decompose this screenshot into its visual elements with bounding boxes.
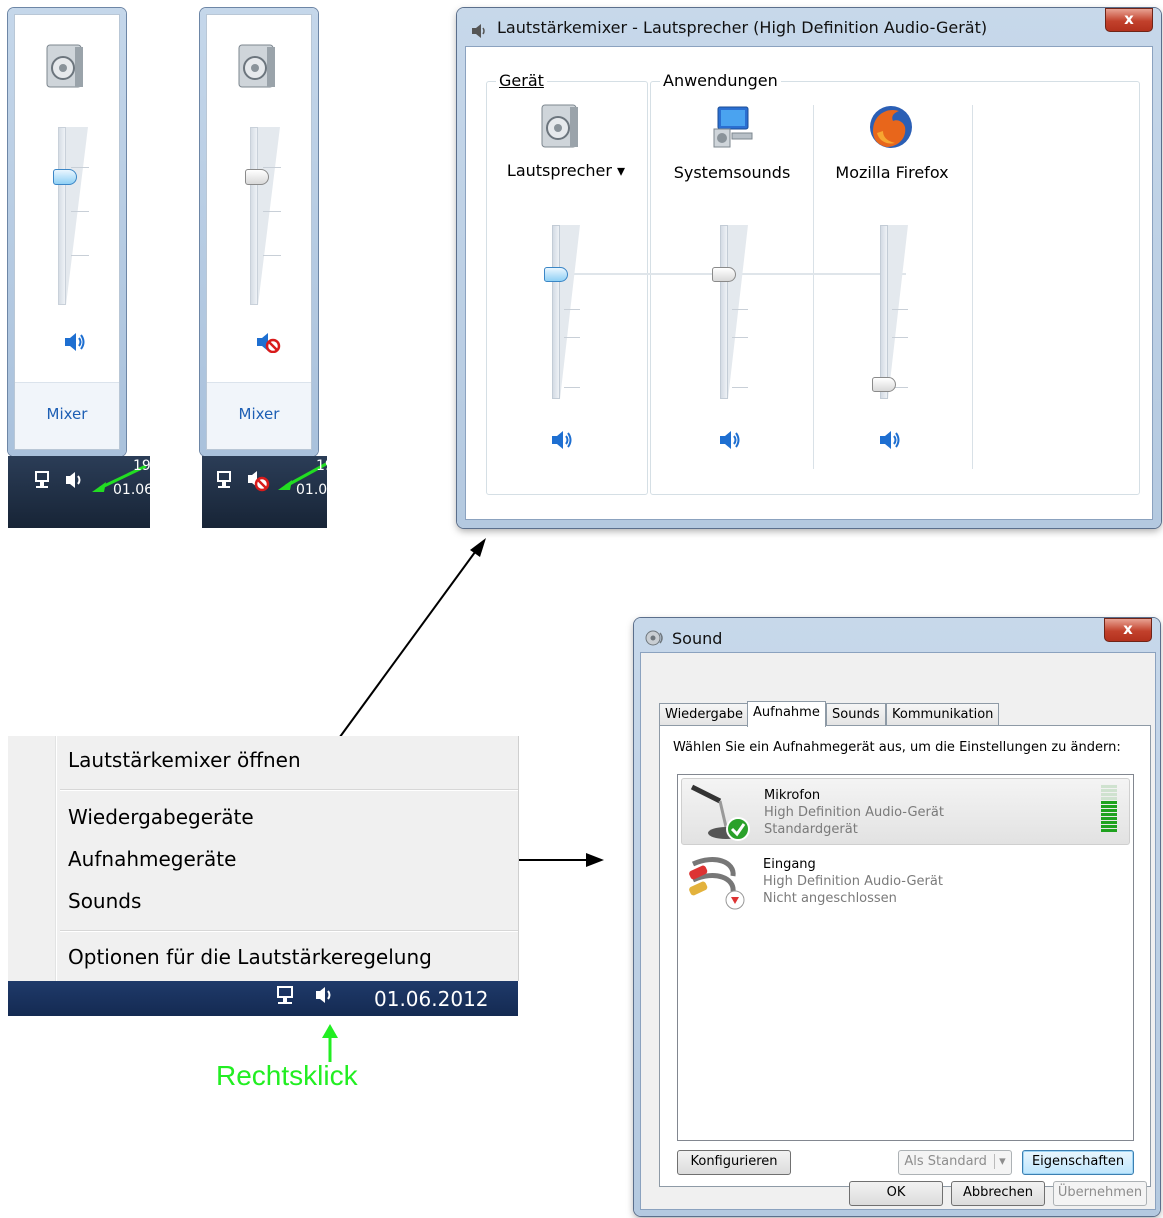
list-item-mikrofon[interactable]: Mikrofon High Definition Audio-Gerät Sta… (681, 778, 1130, 845)
tab-playback[interactable]: Wiedergabe (659, 703, 750, 726)
taskbar-date: 01.06.2012 (374, 987, 489, 1011)
sound-client: Wiedergabe Aufnahme Sounds Kommunikation… (640, 652, 1156, 1210)
menu-item-open-mixer[interactable]: Lautstärkemixer öffnen (68, 748, 301, 772)
set-default-label: Als Standard (904, 1154, 987, 1169)
close-button[interactable]: x (1104, 618, 1152, 642)
arrow-to-mixer (325, 547, 479, 757)
menu-separator (60, 789, 518, 790)
menu-item-playback-devices[interactable]: Wiedergabegeräte (68, 805, 254, 829)
arrowhead-rechtsklick (322, 1024, 338, 1038)
tab-recording[interactable]: Aufnahme (747, 701, 826, 727)
context-menu: Lautstärkemixer öffnen Wiedergabegeräte … (8, 736, 519, 981)
line-in-jack-icon (689, 857, 745, 910)
configure-button[interactable]: Konfigurieren (677, 1150, 791, 1175)
recording-device-list[interactable]: Mikrofon High Definition Audio-Gerät Sta… (677, 774, 1134, 1141)
menu-item-volume-options[interactable]: Optionen für die Lautstärkeregelung (68, 945, 432, 969)
device-driver: High Definition Audio-Gerät (763, 874, 943, 889)
set-default-button[interactable]: Als Standard ▾ (898, 1150, 1012, 1175)
tab-communication[interactable]: Kommunikation (886, 703, 1000, 726)
sound-title: Sound (672, 629, 723, 648)
device-name: Mikrofon (764, 788, 821, 803)
device-status: Standardgerät (764, 822, 858, 837)
tab-sounds[interactable]: Sounds (826, 703, 886, 726)
menu-item-recording-devices[interactable]: Aufnahmegeräte (68, 847, 236, 871)
network-icon (277, 986, 293, 1004)
dropdown-arrow-icon[interactable]: ▾ (994, 1154, 1006, 1169)
ok-button[interactable]: OK (849, 1181, 943, 1206)
recording-panel: Wählen Sie ein Aufnahmegerät aus, um die… (659, 725, 1151, 1187)
instruction-text: Wählen Sie ein Aufnahmegerät aus, um die… (673, 740, 1121, 755)
sound-title-icon (645, 630, 663, 646)
properties-button[interactable]: Eigenschaften (1022, 1150, 1134, 1175)
menu-separator (60, 930, 518, 931)
device-name: Eingang (763, 857, 816, 872)
microphone-icon (690, 784, 750, 841)
list-item-eingang[interactable]: Eingang High Definition Audio-Gerät Nich… (681, 848, 1128, 913)
device-driver: High Definition Audio-Gerät (764, 805, 944, 820)
arrowhead-sound (586, 853, 604, 867)
taskbar: 01.06.2012 (8, 981, 518, 1016)
apply-button[interactable]: Übernehmen (1053, 1181, 1147, 1206)
rechtsklick-label: Rechtsklick (216, 1060, 358, 1091)
device-status: Nicht angeschlossen (763, 891, 897, 906)
level-meter (1101, 785, 1117, 833)
speaker-icon[interactable] (314, 985, 338, 1005)
menu-item-sounds[interactable]: Sounds (68, 889, 141, 913)
sound-dialog: Sound x Wiedergabe Aufnahme Sounds Kommu… (634, 618, 1160, 1216)
menu-gutter (55, 736, 56, 981)
cancel-button[interactable]: Abbrechen (951, 1181, 1045, 1206)
